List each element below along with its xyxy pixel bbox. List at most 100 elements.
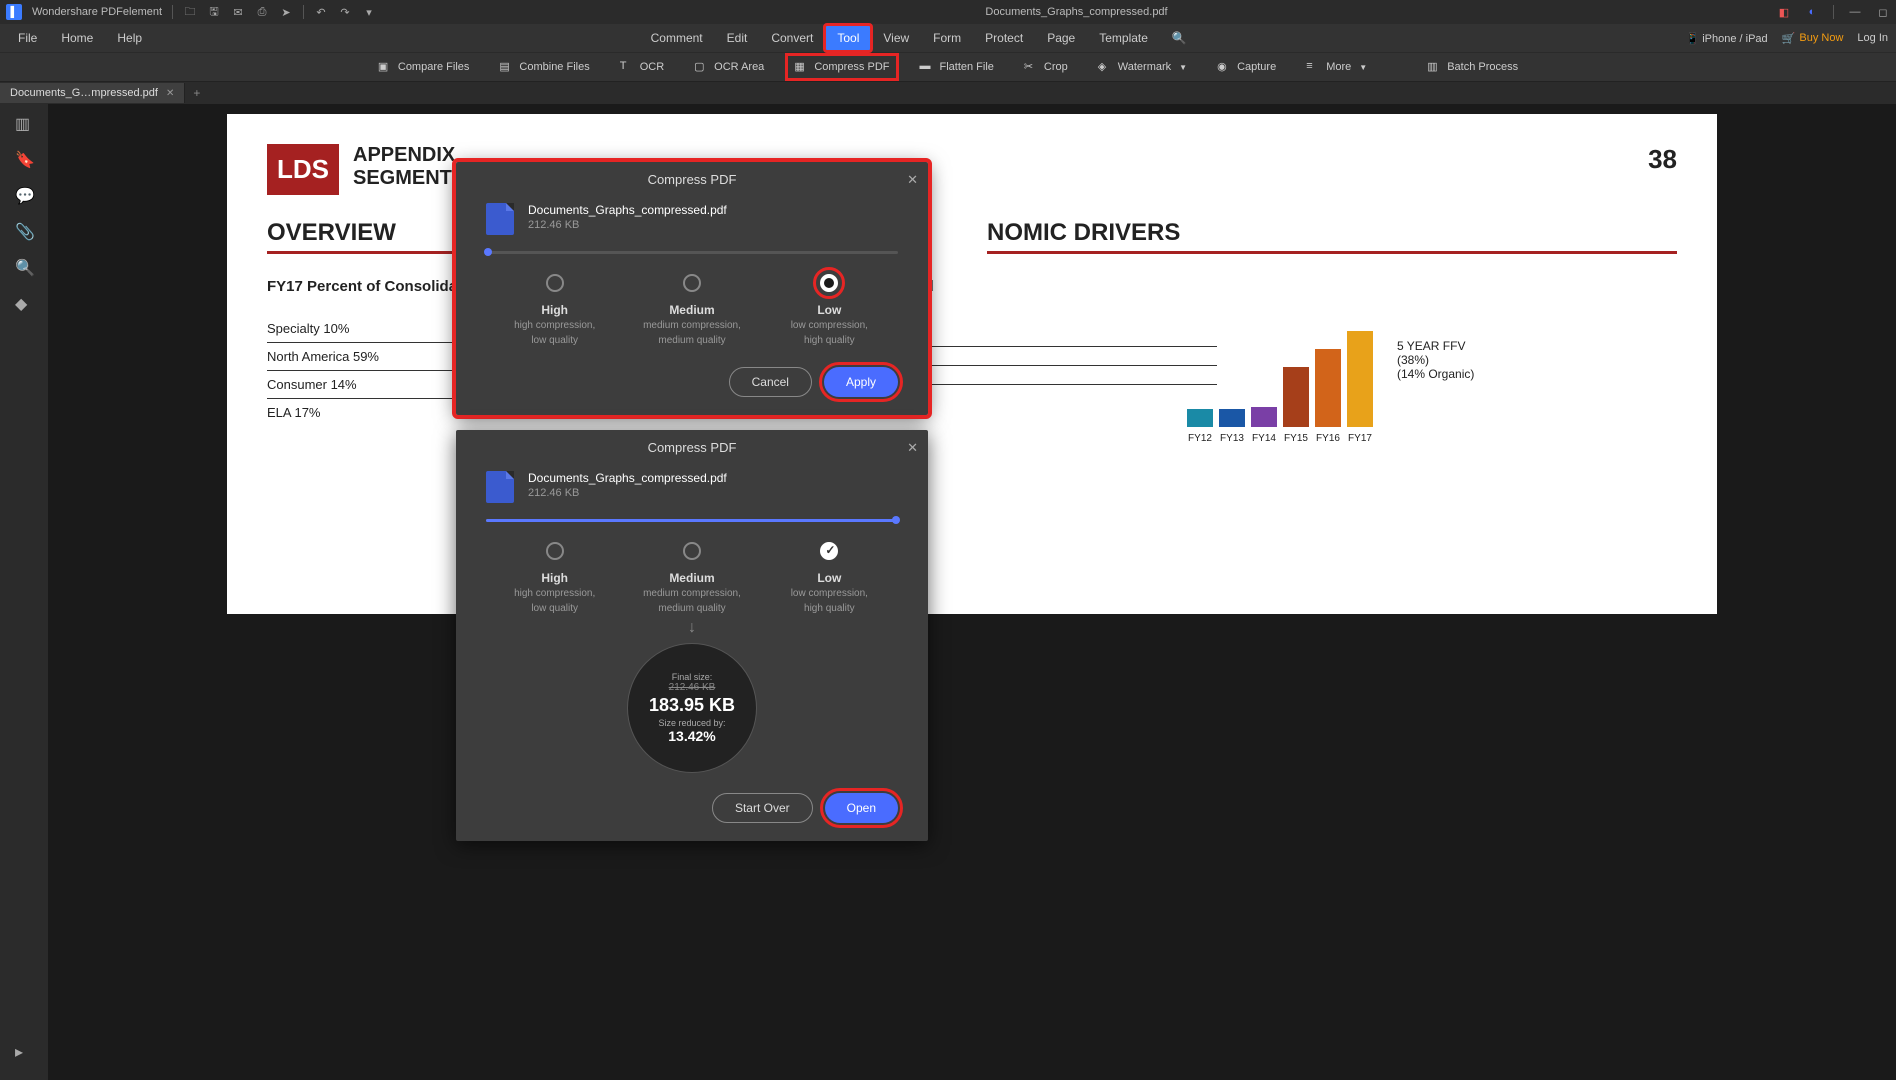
apply-button[interactable]: Apply xyxy=(824,367,898,397)
compress-pdf-tool[interactable]: ▦Compress PDF xyxy=(788,56,895,78)
dialog1-high-radio[interactable] xyxy=(546,274,564,292)
app-icon: ▌ xyxy=(6,4,22,20)
dialog1-filesize: 212.46 KB xyxy=(528,219,727,231)
dropdown-icon[interactable]: ▾ xyxy=(362,5,376,19)
chart-bar xyxy=(1187,409,1213,427)
dialog1-low-radio[interactable] xyxy=(820,274,838,292)
share-icon[interactable]: ➤ xyxy=(279,5,293,19)
opt-sub: high compression, xyxy=(486,319,623,332)
mail-icon[interactable]: ✉ xyxy=(231,5,245,19)
opt-label: Low xyxy=(761,571,898,585)
compare-files-tool[interactable]: ▣Compare Files xyxy=(372,56,476,78)
tab-convert[interactable]: Convert xyxy=(759,25,825,51)
capture-tool[interactable]: ◉Capture xyxy=(1211,56,1282,78)
opt-label: High xyxy=(486,571,623,585)
ocr-tool[interactable]: TOCR xyxy=(614,56,670,78)
buy-now-link[interactable]: 🛒 Buy Now xyxy=(1782,32,1844,45)
redo-icon[interactable]: ↷ xyxy=(338,5,352,19)
crop-tool[interactable]: ✂Crop xyxy=(1018,56,1074,78)
more-tool[interactable]: ≡More▼ xyxy=(1300,56,1373,78)
menu-file[interactable]: File xyxy=(8,26,47,50)
document-tab[interactable]: Documents_G…mpressed.pdf ✕ xyxy=(0,83,185,103)
expand-sidebar-icon[interactable]: ▸ xyxy=(15,1042,33,1060)
login-link[interactable]: Log In xyxy=(1857,32,1888,44)
document-tabs: Documents_G…mpressed.pdf ✕ + xyxy=(0,82,1896,104)
chart-bar xyxy=(1251,407,1277,427)
attachments-icon[interactable]: 📎 xyxy=(15,222,33,240)
thumbnails-icon[interactable]: ▥ xyxy=(15,114,33,132)
opt-sub: medium quality xyxy=(623,602,760,615)
trend-note-2: (38%) xyxy=(1397,353,1474,367)
ocr-area-tool[interactable]: ▢OCR Area xyxy=(688,56,770,78)
close-tab-icon[interactable]: ✕ xyxy=(166,88,174,99)
opt-sub: low compression, xyxy=(761,319,898,332)
search-icon[interactable]: 🔍 xyxy=(1160,25,1199,51)
arrow-down-icon: ↓ xyxy=(486,619,898,637)
tab-form[interactable]: Form xyxy=(921,25,973,51)
compress-dialog-2: Compress PDF ✕ Documents_Graphs_compress… xyxy=(456,430,928,841)
batch-process-tool[interactable]: ▥Batch Process xyxy=(1421,56,1524,78)
flatten-file-tool[interactable]: ▬Flatten File xyxy=(914,56,1000,78)
tab-comment[interactable]: Comment xyxy=(639,25,715,51)
open-icon[interactable]: 🗀 xyxy=(183,5,197,19)
chart-bar xyxy=(1347,331,1373,427)
opt-label: Medium xyxy=(623,571,760,585)
combine-files-tool[interactable]: ▤Combine Files xyxy=(493,56,595,78)
cancel-button[interactable]: Cancel xyxy=(729,367,812,397)
trend-note-3: (14% Organic) xyxy=(1397,367,1474,381)
toolbar: ▣Compare Files ▤Combine Files TOCR ▢OCR … xyxy=(0,52,1896,82)
opt-sub: high quality xyxy=(761,334,898,347)
dialog2-medium-radio[interactable] xyxy=(683,542,701,560)
dialog2-title: Compress PDF xyxy=(648,440,737,455)
menubar: File Home Help Comment Edit Convert Tool… xyxy=(0,24,1896,52)
theme-icon[interactable]: ◐ xyxy=(1805,5,1819,19)
chart-bar xyxy=(1219,409,1245,427)
chart-bar-label: FY14 xyxy=(1252,433,1276,444)
dialog2-close-icon[interactable]: ✕ xyxy=(907,440,918,456)
print-icon[interactable]: ⎙ xyxy=(255,5,269,19)
maximize-icon[interactable]: ◻ xyxy=(1876,5,1890,19)
menu-home[interactable]: Home xyxy=(51,26,103,50)
dialog2-low-radio[interactable] xyxy=(820,542,838,560)
save-icon[interactable]: 🖫 xyxy=(207,5,221,19)
device-link[interactable]: 📱 iPhone / iPad xyxy=(1685,32,1767,45)
tab-page[interactable]: Page xyxy=(1035,25,1087,51)
tab-tool[interactable]: Tool xyxy=(825,25,871,51)
revenue-bar-chart: FY12FY13FY14FY15FY16FY17 xyxy=(1187,334,1373,444)
start-over-button[interactable]: Start Over xyxy=(712,793,813,823)
open-button[interactable]: Open xyxy=(825,793,898,823)
screenshot-icon[interactable]: ◧ xyxy=(1777,5,1791,19)
dialog1-close-icon[interactable]: ✕ xyxy=(907,172,918,188)
layers-icon[interactable]: ◆ xyxy=(15,294,33,312)
watermark-tool[interactable]: ◈Watermark▼ xyxy=(1092,56,1193,78)
opt-sub: high compression, xyxy=(486,587,623,600)
pdf-page: LDS APPENDIX SEGMENT OVERVI 38 OVERVIEW … xyxy=(227,114,1717,614)
opt-sub: low compression, xyxy=(761,587,898,600)
new-size: 183.95 KB xyxy=(649,695,735,716)
opt-label: High xyxy=(486,303,623,317)
titlebar: ▌ Wondershare PDFelement 🗀 🖫 ✉ ⎙ ➤ ↶ ↷ ▾… xyxy=(0,0,1896,24)
final-size-label: Final size: xyxy=(672,672,713,682)
comments-icon[interactable]: 💬 xyxy=(15,186,33,204)
undo-icon[interactable]: ↶ xyxy=(314,5,328,19)
menu-help[interactable]: Help xyxy=(107,26,152,50)
bookmarks-icon[interactable]: 🔖 xyxy=(15,150,33,168)
chart-bar-label: FY15 xyxy=(1284,433,1308,444)
dialog2-high-radio[interactable] xyxy=(546,542,564,560)
minimize-icon[interactable]: — xyxy=(1848,5,1862,19)
opt-label: Low xyxy=(761,303,898,317)
file-icon xyxy=(486,203,514,235)
add-tab-button[interactable]: + xyxy=(185,82,208,104)
tab-protect[interactable]: Protect xyxy=(973,25,1035,51)
page-number: 38 xyxy=(1648,144,1677,175)
search-panel-icon[interactable]: 🔍 xyxy=(15,258,33,276)
dialog1-medium-radio[interactable] xyxy=(683,274,701,292)
tab-view[interactable]: View xyxy=(871,25,921,51)
tab-edit[interactable]: Edit xyxy=(715,25,760,51)
dialog1-title: Compress PDF xyxy=(648,172,737,187)
opt-sub: medium compression, xyxy=(623,587,760,600)
old-size: 212.46 KB xyxy=(669,682,716,693)
left-sidebar: ▥ 🔖 💬 📎 🔍 ◆ ▸ xyxy=(0,104,48,1080)
tab-template[interactable]: Template xyxy=(1087,25,1160,51)
opt-label: Medium xyxy=(623,303,760,317)
